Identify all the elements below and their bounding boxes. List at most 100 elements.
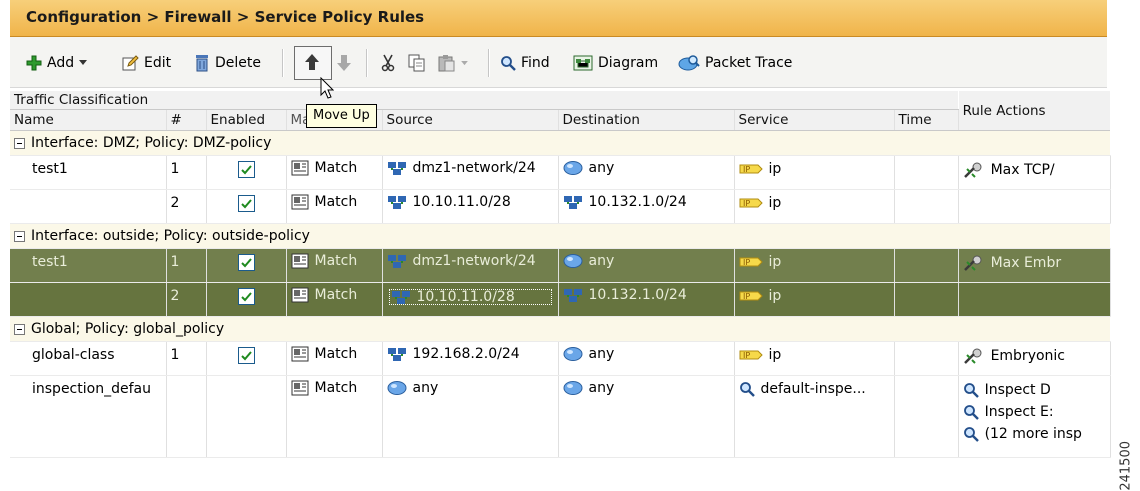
enabled-checkbox[interactable] — [237, 288, 255, 305]
group-label: Interface: outside; Policy: outside-poli… — [31, 228, 310, 244]
toolbar-separator — [488, 49, 490, 77]
time-header[interactable]: Time — [894, 109, 959, 131]
find-button[interactable]: Find — [500, 51, 550, 75]
network-object-icon — [387, 348, 406, 361]
enabled-cell[interactable] — [206, 189, 287, 224]
traffic-classification-header: Traffic Classification — [10, 91, 959, 110]
enabled-checkbox[interactable] — [237, 161, 255, 178]
source-value: 192.168.2.0/24 — [412, 346, 520, 362]
enabled-cell[interactable] — [206, 341, 287, 376]
chevron-down-icon — [79, 60, 88, 65]
destination-header[interactable]: Destination — [558, 109, 735, 131]
match-label: Match — [314, 346, 358, 362]
service-header[interactable]: Service — [734, 109, 895, 131]
toolbar-separator — [366, 49, 368, 77]
network-object-icon — [387, 162, 406, 175]
enabled-checkbox[interactable] — [237, 347, 255, 364]
source-cell: any — [382, 375, 559, 458]
ip-service-icon: IP — [739, 291, 763, 301]
rule-number-cell: 1 — [166, 155, 207, 190]
name-header[interactable]: Name — [10, 109, 167, 131]
move-down-button[interactable] — [336, 51, 352, 75]
rule-name-cell: test1 — [10, 248, 167, 283]
group-label: Interface: DMZ; Policy: DMZ-policy — [31, 135, 272, 151]
time-cell — [894, 375, 959, 458]
move-up-button[interactable] — [294, 46, 332, 80]
service-value: ip — [768, 347, 782, 363]
match-icon — [291, 380, 308, 396]
enabled-checkbox[interactable] — [237, 254, 255, 271]
rule-number: 1 — [170, 347, 180, 363]
svg-text:IP: IP — [743, 292, 750, 301]
any-icon — [563, 381, 582, 395]
collapse-icon[interactable] — [14, 230, 25, 242]
delete-button[interactable]: Delete — [194, 51, 261, 75]
enabled-cell[interactable] — [206, 155, 287, 190]
rule-number: 1 — [170, 161, 180, 177]
rule-action: Inspect E: — [984, 404, 1054, 420]
copy-icon — [408, 54, 425, 72]
source-cell: dmz1-network/24 — [382, 248, 559, 283]
breadcrumb: Configuration > Firewall > Service Polic… — [26, 8, 425, 26]
destination-cell: any — [558, 155, 735, 190]
enabled-cell[interactable] — [206, 248, 287, 283]
table-row[interactable]: global-class 1 Match 192.168.2.0/24 any … — [10, 341, 1111, 376]
diagram-button[interactable]: Diagram — [573, 51, 658, 75]
copy-button[interactable] — [408, 51, 426, 75]
rule-name: global-class — [32, 347, 115, 363]
check-icon — [240, 199, 252, 209]
header-row: Name # Enabled Match Source Destination … — [10, 109, 1110, 131]
destination-value: any — [588, 253, 615, 269]
edit-button[interactable]: Edit — [122, 51, 171, 75]
paste-button[interactable] — [438, 51, 468, 75]
match-label: Match — [314, 287, 358, 303]
service-cell: IP ip — [734, 189, 895, 224]
match-label: Match — [314, 380, 358, 396]
match-cell: Match — [286, 248, 383, 283]
group-row[interactable]: Global; Policy: global_policy — [10, 316, 1111, 342]
group-row[interactable]: Interface: DMZ; Policy: DMZ-policy — [10, 130, 1111, 156]
rule-number: 2 — [170, 288, 180, 304]
collapse-icon[interactable] — [14, 137, 25, 149]
packet-trace-button[interactable]: Packet Trace — [678, 51, 792, 75]
rule-name-cell — [10, 189, 167, 224]
search-icon — [739, 382, 755, 397]
service-cell: IP ip — [734, 155, 895, 190]
network-object-icon — [563, 196, 582, 209]
table-row[interactable]: inspection_defau Match any any default-i… — [10, 375, 1111, 458]
cut-button[interactable] — [380, 51, 396, 75]
check-icon — [240, 292, 252, 302]
service-policy-table[interactable]: Traffic Classification Rule Actions Name… — [10, 91, 1111, 458]
match-icon — [291, 287, 308, 303]
enabled-checkbox[interactable] — [237, 195, 255, 212]
table-row[interactable]: test1 1 Match dmz1-network/24 any IP ip M… — [10, 248, 1111, 283]
service-value: ip — [768, 195, 782, 211]
collapse-icon[interactable] — [14, 323, 25, 335]
group-row[interactable]: Interface: outside; Policy: outside-poli… — [10, 223, 1111, 249]
table-row[interactable]: 2 Match 10.10.11.0/28 10.132.1.0/24 IP ip — [10, 282, 1111, 317]
plus-icon — [26, 55, 42, 71]
rule-action: Embryonic — [990, 348, 1065, 364]
table-row[interactable]: 2 Match 10.10.11.0/28 10.132.1.0/24 IP ip — [10, 189, 1111, 224]
search-icon — [963, 383, 979, 398]
source-header[interactable]: Source — [382, 109, 559, 131]
connection-settings-icon — [963, 255, 982, 271]
scissors-icon — [381, 54, 395, 72]
add-button[interactable]: Add — [26, 51, 88, 75]
enabled-header[interactable]: Enabled — [206, 109, 287, 131]
destination-cell: any — [558, 248, 735, 283]
number-header[interactable]: # — [166, 109, 207, 131]
table-row[interactable]: test1 1 Match dmz1-network/24 any IP ip M… — [10, 155, 1111, 190]
toolbar-separator — [282, 49, 284, 77]
svg-text:IP: IP — [743, 258, 750, 267]
rule-name-cell: global-class — [10, 341, 167, 376]
match-icon — [291, 194, 308, 210]
match-label: Match — [314, 160, 358, 176]
rule-actions-cell — [958, 282, 1111, 317]
enabled-cell[interactable] — [206, 282, 287, 317]
rule-name-cell: test1 — [10, 155, 167, 190]
match-icon — [291, 253, 308, 269]
rule-actions-header[interactable]: Rule Actions — [958, 91, 1111, 131]
enabled-cell[interactable] — [206, 375, 287, 458]
service-value: default-inspe... — [760, 381, 866, 397]
